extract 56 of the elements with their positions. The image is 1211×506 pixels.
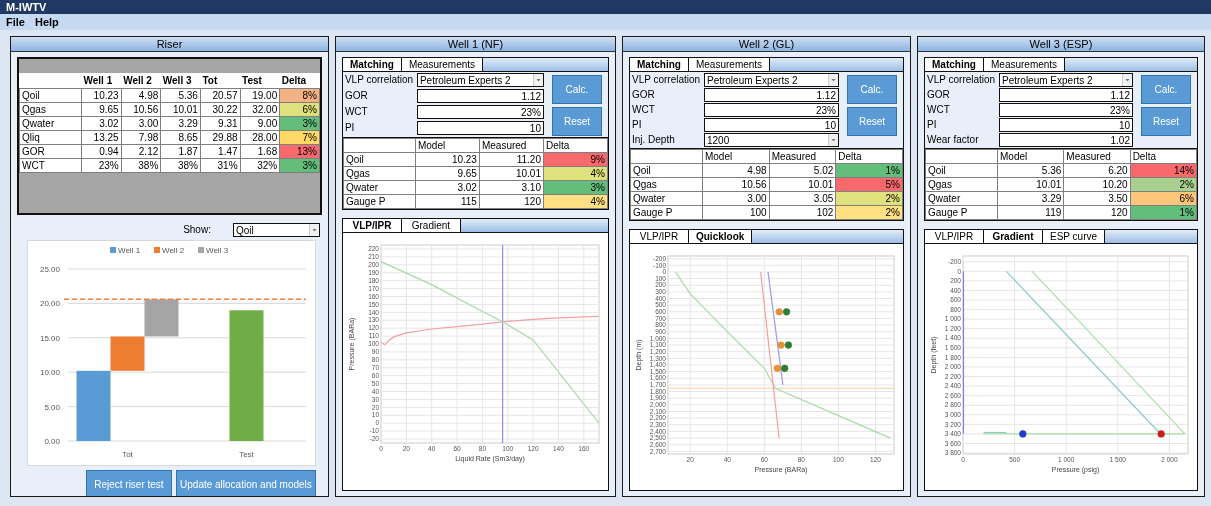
field-label: Wear factor (927, 133, 980, 147)
delta-cell: 8% (279, 88, 320, 103)
legend-item: Well 3 (198, 246, 229, 255)
field-label: WCT (344, 105, 369, 119)
field-label: VLP correlation (344, 73, 415, 87)
column-header: Tot (200, 73, 241, 89)
tick-label: 5.00 (44, 402, 60, 412)
column-header: Delta (835, 149, 903, 164)
table-cell: 4.98 (121, 88, 161, 103)
tick-label: 15.00 (39, 333, 60, 343)
legend-label: Well 3 (206, 246, 229, 255)
panel-title: Well 1 (NF) (335, 37, 615, 52)
field-label: WCT (631, 103, 656, 117)
column-header: Well 2 (121, 73, 161, 89)
legend-item: Well 1 (110, 246, 141, 255)
field-label: GOR (344, 89, 369, 103)
column-header: Well 1 (81, 73, 122, 89)
field-label: PI (631, 118, 643, 132)
column-header: Test (240, 73, 280, 89)
column-header: Measured (769, 149, 836, 164)
field-label: VLP correlation (631, 73, 702, 87)
field-label: VLP correlation (927, 73, 997, 87)
legend-label: Well 2 (162, 246, 185, 255)
legend-item: Well 2 (154, 246, 185, 255)
column-header: Measured (1063, 149, 1131, 164)
show-label: Show: (183, 223, 211, 237)
field-label: PI (344, 121, 356, 135)
column-header: Model (415, 138, 480, 153)
table-cell: 19.00 (240, 88, 280, 103)
field-label: GOR (631, 88, 656, 102)
column-header: Delta (543, 138, 608, 153)
table-cell: 20.57 (200, 88, 241, 103)
field-label: WCT (927, 103, 951, 117)
field-label: GOR (927, 88, 951, 102)
tick-label: 0.00 (44, 437, 60, 446)
column-header: Delta (1130, 149, 1197, 164)
tick-label: 10.00 (39, 368, 60, 378)
column-header: Model (997, 149, 1064, 164)
category-label: Test (239, 450, 254, 459)
panel-title: Riser (11, 37, 328, 52)
field-label: Inj. Depth (631, 133, 676, 147)
column-header: Model (702, 149, 770, 164)
table-cell: 10.23 (81, 88, 122, 103)
panel-title: Well 3 (ESP) (918, 37, 1204, 52)
column-header: Delta (279, 73, 320, 89)
panel-title: Well 2 (GL) (622, 37, 910, 52)
table-cell: 5.36 (160, 88, 201, 103)
window-title: M-IWTV (0, 0, 1211, 14)
tick-label: 25.00 (39, 265, 60, 274)
field-label: PI (927, 118, 938, 132)
tick-label: 20.00 (39, 299, 60, 309)
legend-label: Well 1 (118, 246, 141, 255)
column-header: Well 3 (160, 73, 201, 89)
row-label: Qoil (19, 88, 82, 103)
category-label: Tot (122, 450, 133, 459)
column-header: Measured (479, 138, 544, 153)
